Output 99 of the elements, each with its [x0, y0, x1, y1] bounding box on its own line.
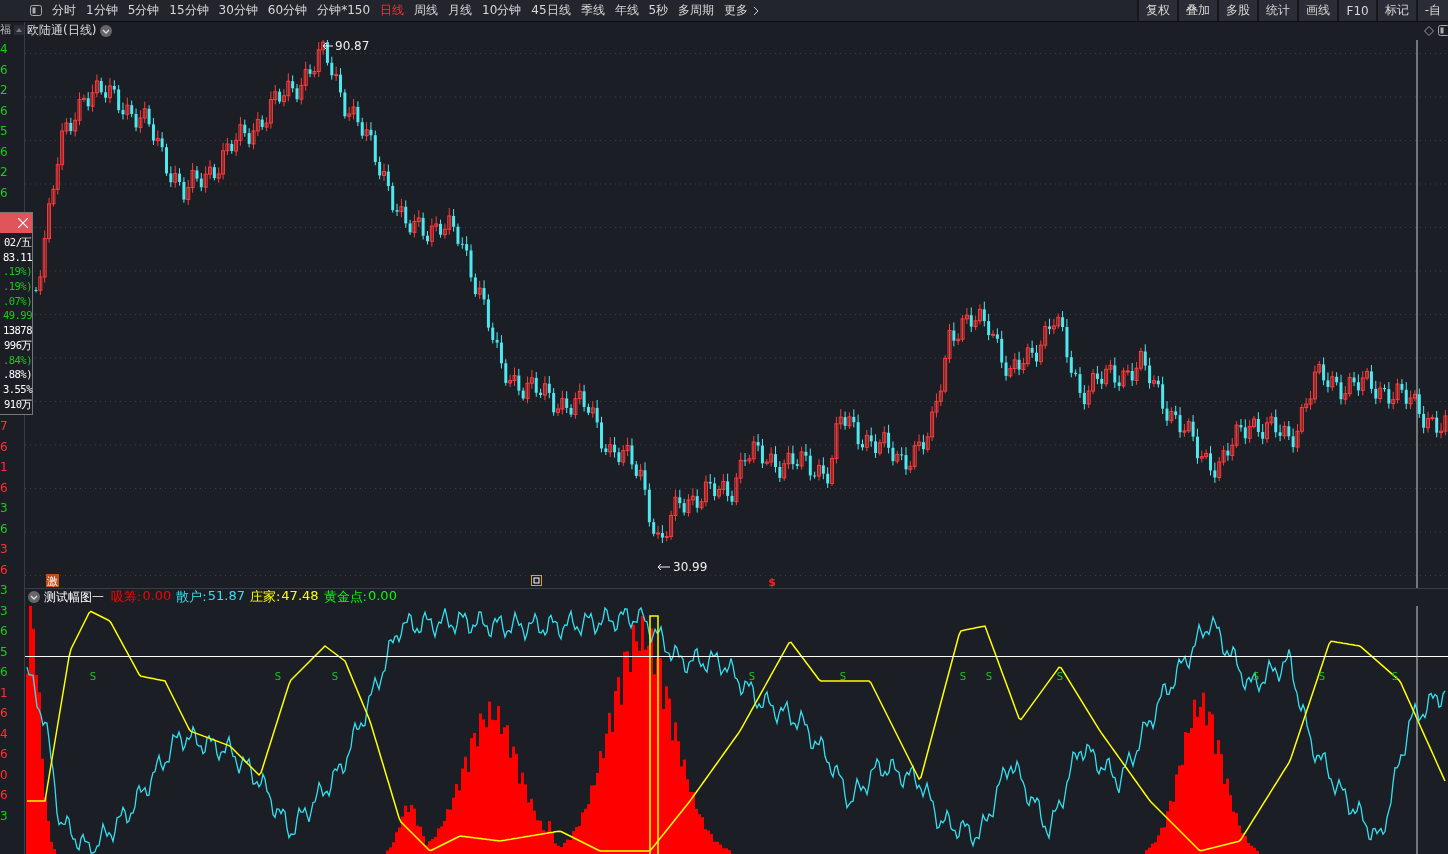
popup-value: .84%): [2, 353, 32, 366]
popup-value: 83.11: [2, 250, 32, 263]
square-icon[interactable]: [531, 574, 542, 586]
panel-toggle-icon[interactable]: [1438, 25, 1448, 37]
axis-label: 4: [0, 41, 9, 58]
period-tab[interactable]: 30分钟: [213, 2, 263, 19]
axis-label: 6: [0, 102, 9, 120]
toolbar-button[interactable]: 叠加: [1177, 0, 1218, 21]
up-arrow-icon[interactable]: [14, 25, 24, 35]
more-tab[interactable]: 更多: [719, 2, 754, 19]
indicator-label: 吸筹:: [111, 588, 142, 607]
period-tab[interactable]: 日线: [375, 2, 410, 19]
chevron-right-icon[interactable]: [753, 5, 760, 16]
toolbar-button[interactable]: 统计: [1257, 0, 1298, 21]
axis-label: 6: [0, 143, 9, 161]
toolbar-button[interactable]: 多股: [1217, 0, 1258, 21]
axis-label: 6: [0, 561, 9, 579]
signal-marker: S: [1056, 670, 1064, 682]
signal-mark: $: [768, 575, 776, 588]
axis-label: 1: [0, 459, 9, 476]
axis-label: 4: [0, 725, 9, 743]
popup-value: .19%): [2, 265, 32, 278]
axis-label: 1: [0, 684, 9, 702]
popup-value: .88%): [2, 368, 32, 381]
event-badge[interactable]: 激: [46, 573, 59, 588]
indicator-label: 庄家:: [249, 588, 281, 607]
period-tab[interactable]: 多周期: [673, 2, 720, 19]
popup-value: 3.55%: [2, 382, 32, 395]
period-tab[interactable]: 季线: [575, 2, 610, 19]
signal-marker: S: [839, 670, 847, 682]
toolbar-button[interactable]: 复权: [1137, 0, 1178, 21]
popup-value: 13878: [2, 324, 32, 337]
axis-label: 6: [0, 184, 9, 202]
collapse-icon[interactable]: [28, 591, 40, 604]
high-price-label: 90.87: [335, 39, 370, 53]
indicator-value: 0.00: [142, 588, 172, 606]
axis-side-label: 福: [0, 22, 11, 38]
dropdown-icon[interactable]: [100, 24, 113, 37]
popup-value: 910万: [4, 397, 32, 410]
period-tab[interactable]: 45日线: [526, 2, 576, 19]
popup-value: .19%): [2, 280, 32, 293]
axis-label: 6: [0, 664, 9, 681]
axis-label: 3: [0, 602, 9, 620]
axis-label: 3: [0, 541, 9, 558]
period-tab[interactable]: 年线: [609, 2, 644, 19]
period-tab[interactable]: 分钟*150: [312, 2, 376, 19]
axis-label: 6: [0, 623, 9, 640]
close-icon[interactable]: [18, 218, 28, 228]
axis-label: 2: [0, 164, 9, 181]
indicator-value: 51.87: [207, 588, 245, 606]
popup-value: .07%): [2, 294, 32, 307]
axis-label: 3: [0, 500, 9, 517]
indicator-name: 测试幅图一: [44, 588, 104, 606]
indicator-value: 47.48: [281, 588, 319, 606]
low-price-label: 30.99: [673, 559, 708, 574]
popup-value: 49.99: [2, 309, 32, 322]
signal-marker: S: [748, 670, 756, 682]
axis-label: 6: [0, 438, 9, 456]
axis-label: 6: [0, 61, 9, 79]
axis-label: 3: [0, 582, 9, 599]
axis-label: 7: [0, 418, 9, 435]
toolbar-button[interactable]: 标记: [1375, 0, 1416, 21]
axis-label: 6: [0, 520, 9, 538]
toolbar-button[interactable]: -自: [1415, 0, 1448, 21]
leader-arrow: [322, 42, 334, 50]
period-tab[interactable]: 5秒: [643, 2, 674, 19]
period-tab[interactable]: 周线: [409, 2, 444, 19]
signal-marker: S: [959, 670, 967, 682]
popup-value: 02/五: [4, 236, 32, 248]
signal-marker: S: [331, 670, 339, 682]
axis-label: 2: [0, 82, 9, 99]
signal-marker: S: [1318, 670, 1326, 682]
signal-marker: S: [274, 670, 282, 682]
axis-label: 6: [0, 705, 9, 722]
axis-label: 6: [0, 746, 9, 763]
axis-label: 5: [0, 643, 9, 661]
signal-marker: S: [89, 670, 97, 682]
indicator-label: 黄金点:: [323, 588, 367, 607]
popup-value: 996万: [4, 338, 32, 351]
period-tab[interactable]: 分时: [47, 2, 81, 19]
axis-label: 5: [0, 123, 9, 140]
axis-label: 0: [0, 766, 9, 784]
axis-label: 3: [0, 807, 9, 825]
panel-toggle-icon[interactable]: [30, 5, 42, 16]
signal-marker: S: [985, 670, 993, 682]
period-tab[interactable]: 10分钟: [477, 2, 527, 19]
toolbar-button[interactable]: 画线: [1297, 0, 1338, 21]
leader-arrow: [657, 563, 671, 571]
indicator-label: 散户:: [176, 588, 207, 607]
period-tab[interactable]: 5分钟: [122, 2, 165, 19]
period-tab[interactable]: 15分钟: [164, 2, 214, 19]
period-tab[interactable]: 1分钟: [81, 2, 123, 19]
chart-title: 欧陆通(日线): [27, 22, 97, 40]
indicator-value: 0.00: [367, 588, 397, 606]
period-tab[interactable]: 60分钟: [262, 2, 313, 19]
axis-label: 6: [0, 479, 9, 497]
period-tab[interactable]: 月线: [443, 2, 478, 19]
toolbar-button[interactable]: F10: [1337, 0, 1376, 21]
axis-label: 6: [0, 787, 9, 804]
